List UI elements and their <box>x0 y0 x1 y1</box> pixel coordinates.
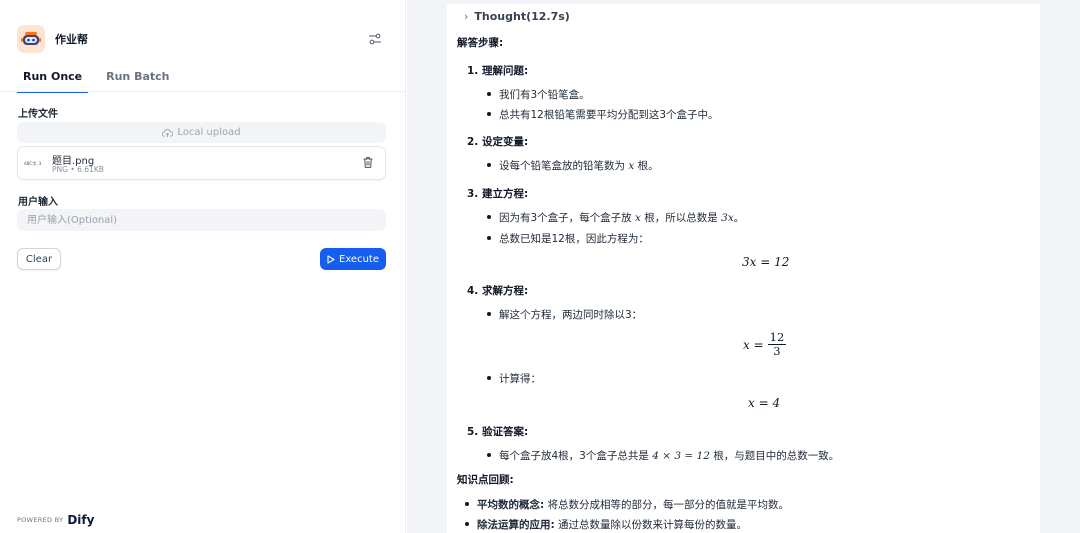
review-term: 平均数的概念: <box>477 499 545 511</box>
step-title: 3. 建立方程: <box>467 188 529 200</box>
list-item: 平均数的概念: 将总数分成相等的部分，每一部分的值就是平均数。 <box>464 497 790 512</box>
fraction-numerator: 12 <box>769 330 785 344</box>
list-item: 除法运算的应用: 通过总数量除以份数来计算每份的数量。 <box>464 517 748 532</box>
list-item: 设每个铅笔盒放的铅笔数为 x 根。 <box>487 158 659 173</box>
list-item: 解这个方程，两边同时除以3： <box>486 309 643 321</box>
execute-button[interactable]: Execute <box>320 248 386 270</box>
file-thumbnail: ABC字, 3 <box>24 161 42 166</box>
math-var: x <box>635 212 641 224</box>
app-header: 作业帮 <box>17 24 88 54</box>
tabs-divider <box>0 91 406 92</box>
math-var: x <box>628 160 635 172</box>
local-upload-button[interactable]: Local upload <box>17 122 386 143</box>
review-text: 通过总数量除以份数来计算每份的数量。 <box>558 519 748 531</box>
trash-icon[interactable] <box>362 156 376 170</box>
robot-icon <box>17 25 45 53</box>
settings-sliders-icon[interactable] <box>366 31 384 47</box>
answer-heading: 解答步骤: <box>457 37 504 49</box>
step-title: 2. 设定变量: <box>467 136 529 148</box>
list-item-text: 每个盒子放4根，3个盒子总共是 <box>499 450 649 462</box>
list-item: 我们有3个铅笔盒。 <box>487 89 590 101</box>
clear-button[interactable]: Clear <box>17 248 61 270</box>
local-upload-label: Local upload <box>177 127 241 138</box>
math-total: 3x <box>721 212 734 224</box>
review-text: 将总数分成相等的部分，每一部分的值就是平均数。 <box>547 499 790 511</box>
tab-run-batch[interactable]: Run Batch <box>106 68 169 93</box>
review-term: 除法运算的应用: <box>477 519 555 531</box>
equation: 3x = 12 <box>742 255 790 269</box>
math-verify: 4 × 3 = 12 <box>652 450 710 462</box>
list-item-text: 根，与题目中的总数一致。 <box>713 450 840 462</box>
run-mode-tabs: Run Once Run Batch <box>17 68 188 93</box>
file-type: PNG <box>52 165 68 174</box>
list-item: 总共有12根铅笔需要平均分配到这3个盒子中。 <box>487 109 719 121</box>
list-item: 计算得： <box>487 373 541 385</box>
uploaded-file-card: ABC字, 3 题目.png PNG • 6.61KB <box>17 146 386 180</box>
fraction-denominator: 3 <box>773 344 781 358</box>
upload-label: 上传文件 <box>18 109 58 120</box>
list-item-text: 根。 <box>637 160 659 172</box>
thought-label: Thought(12.7s) <box>474 10 570 23</box>
app-name: 作业帮 <box>55 33 88 46</box>
math-lhs: x = <box>743 337 764 352</box>
user-input-field[interactable] <box>17 209 386 231</box>
dify-logo: Dify <box>67 513 95 527</box>
step-title: 1. 理解问题: <box>467 65 529 77</box>
play-icon <box>327 254 335 264</box>
review-heading: 知识点回顾: <box>457 474 514 486</box>
list-item: 总数已知是12根，因此方程为： <box>487 233 649 245</box>
list-item: 每个盒子放4根，3个盒子总共是 4 × 3 = 12 根，与题目中的总数一致。 <box>486 448 840 463</box>
chevron-right-icon: › <box>464 10 469 23</box>
file-meta: PNG • 6.61KB <box>52 165 104 174</box>
powered-by: POWERED BY Dify <box>17 513 94 527</box>
result-equation: x = 4 <box>748 396 781 410</box>
list-item-text: 设每个铅笔盒放的铅笔数为 <box>499 160 625 172</box>
user-input-label: 用户输入 <box>18 197 58 208</box>
thought-toggle[interactable]: › Thought(12.7s) <box>464 10 570 23</box>
fraction-equation: x = 12 3 <box>743 330 787 358</box>
step-title: 4. 求解方程: <box>467 285 529 297</box>
step-title: 5. 验证答案: <box>467 426 529 438</box>
answer-panel: › Thought(12.7s) 解答步骤: 1. 理解问题: 我们有3个铅笔盒。… <box>447 4 1040 533</box>
run-panel: 作业帮 Run Once Run Batch 上传文件 Local upload… <box>0 0 406 533</box>
powered-label: POWERED BY <box>17 516 64 524</box>
execute-label: Execute <box>339 253 379 265</box>
list-item: 因为有3个盒子，每个盒子放 x 根，所以总数是 3x。 <box>486 212 745 224</box>
cloud-upload-icon <box>162 128 174 137</box>
tab-run-once[interactable]: Run Once <box>17 68 89 93</box>
file-size: 6.61KB <box>77 165 104 174</box>
list-item-text: 根，所以总数是 <box>644 212 718 224</box>
fraction: 12 3 <box>767 330 787 358</box>
list-item-text: 因为有3个盒子，每个盒子放 <box>499 212 632 224</box>
